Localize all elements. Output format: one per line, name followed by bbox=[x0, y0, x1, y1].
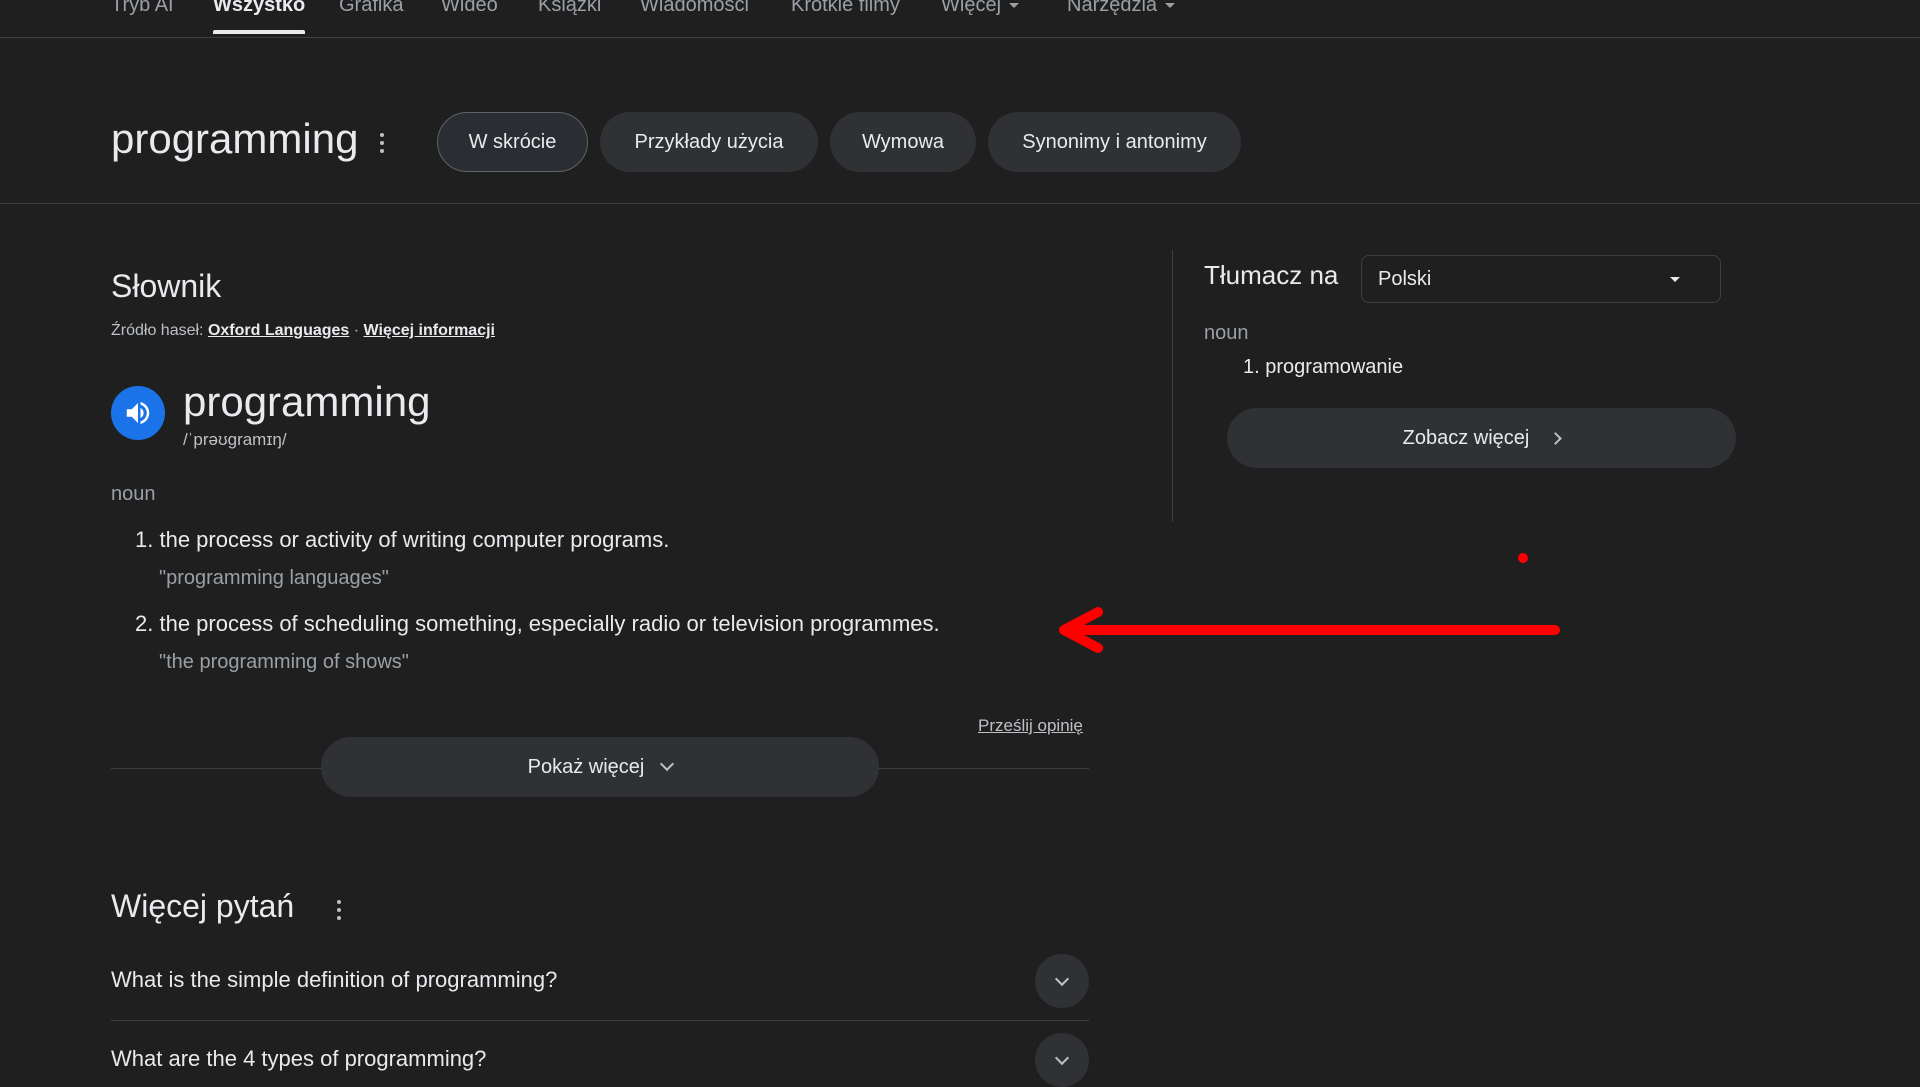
definition-1: 1. the process or activity of writing co… bbox=[135, 527, 669, 553]
send-feedback-link[interactable]: Prześlij opinię bbox=[978, 716, 1083, 736]
more-info-link[interactable]: Więcej informacji bbox=[364, 322, 495, 339]
dropdown-caret-icon bbox=[1670, 277, 1680, 282]
language-select[interactable]: Polski bbox=[1361, 255, 1721, 303]
tab-books[interactable]: Książki bbox=[538, 0, 601, 17]
chip-overview[interactable]: W skrócie bbox=[437, 112, 588, 172]
definition-number: 2. bbox=[135, 611, 154, 636]
dictionary-heading: Słownik bbox=[111, 268, 222, 304]
expand-question-button[interactable] bbox=[1035, 954, 1089, 1008]
tab-tools[interactable]: Narzędzia bbox=[1067, 0, 1176, 17]
tab-more-label: Więcej bbox=[941, 0, 1002, 16]
definition-number: 1. bbox=[135, 527, 154, 552]
more-vert-icon[interactable] bbox=[379, 133, 385, 153]
see-more-translation-button[interactable]: Zobacz więcej bbox=[1227, 408, 1736, 468]
definition-2: 2. the process of scheduling something, … bbox=[135, 611, 940, 637]
chevron-down-icon bbox=[1054, 1050, 1070, 1065]
expand-question-button[interactable] bbox=[1035, 1033, 1089, 1087]
translation-number: 1. bbox=[1243, 356, 1260, 378]
tab-images[interactable]: Grafika bbox=[339, 0, 403, 17]
more-questions-heading: Więcej pytań bbox=[111, 888, 295, 924]
tab-videos[interactable]: Wideo bbox=[441, 0, 498, 17]
language-select-value: Polski bbox=[1378, 267, 1432, 290]
play-pronunciation-button[interactable] bbox=[111, 386, 165, 440]
part-of-speech: noun bbox=[111, 483, 156, 505]
knowledge-header: programming W skrócie Przykłady użycia W… bbox=[0, 38, 1920, 204]
tab-short-videos[interactable]: Krótkie filmy bbox=[791, 0, 900, 17]
chevron-down-icon bbox=[660, 756, 675, 772]
more-vert-icon[interactable] bbox=[336, 900, 342, 920]
arrow-left-icon bbox=[1059, 607, 1560, 653]
tab-all[interactable]: Wszystko bbox=[213, 0, 306, 34]
definition-text: the process or activity of writing compu… bbox=[159, 527, 670, 552]
divider bbox=[111, 1020, 1089, 1021]
show-more-button[interactable]: Pokaż więcej bbox=[321, 737, 879, 797]
question-item[interactable]: What are the 4 types of programming? bbox=[111, 1046, 486, 1072]
show-more-label: Pokaż więcej bbox=[527, 755, 645, 778]
column-divider bbox=[1172, 250, 1173, 522]
phonetic-spelling: /ˈprəʊɡramɪŋ/ bbox=[183, 430, 287, 449]
query-title: programming bbox=[111, 115, 359, 162]
speaker-icon bbox=[126, 402, 150, 424]
chip-synonyms-antonyms[interactable]: Synonimy i antonimy bbox=[988, 112, 1241, 172]
oxford-languages-link[interactable]: Oxford Languages bbox=[208, 322, 349, 339]
translation-text: programowanie bbox=[1265, 356, 1404, 378]
headword: programming bbox=[183, 378, 431, 425]
chevron-right-icon bbox=[1549, 431, 1563, 445]
translation-part-of-speech: noun bbox=[1204, 322, 1249, 344]
annotation-dot bbox=[1518, 553, 1528, 563]
tab-more[interactable]: Więcej bbox=[941, 0, 1020, 17]
chevron-down-icon bbox=[1054, 971, 1070, 986]
dictionary-source: Źródło haseł: Oxford Languages · Więcej … bbox=[111, 322, 495, 340]
dropdown-caret-icon bbox=[1009, 3, 1020, 9]
definition-example: "the programming of shows" bbox=[159, 651, 409, 673]
source-prefix: Źródło haseł: bbox=[111, 322, 204, 339]
chip-usage-examples[interactable]: Przykłady użycia bbox=[600, 112, 818, 172]
tab-news[interactable]: Wiadomości bbox=[640, 0, 749, 17]
question-item[interactable]: What is the simple definition of program… bbox=[111, 967, 557, 993]
see-more-label: Zobacz więcej bbox=[1402, 426, 1530, 449]
definition-example: "programming languages" bbox=[159, 567, 389, 589]
search-tabs-bar: Tryb AI Wszystko Grafika Wideo Książki W… bbox=[0, 0, 1920, 38]
tab-tools-label: Narzędzia bbox=[1067, 0, 1158, 16]
chip-pronunciation[interactable]: Wymowa bbox=[830, 112, 976, 172]
tab-ai-mode[interactable]: Tryb AI bbox=[111, 0, 174, 17]
dropdown-caret-icon bbox=[1165, 3, 1176, 9]
definition-text: the process of scheduling something, esp… bbox=[159, 611, 940, 636]
translate-label: Tłumacz na bbox=[1204, 260, 1339, 290]
source-separator: · bbox=[349, 322, 364, 339]
translation-item: 1. programowanie bbox=[1243, 356, 1403, 379]
